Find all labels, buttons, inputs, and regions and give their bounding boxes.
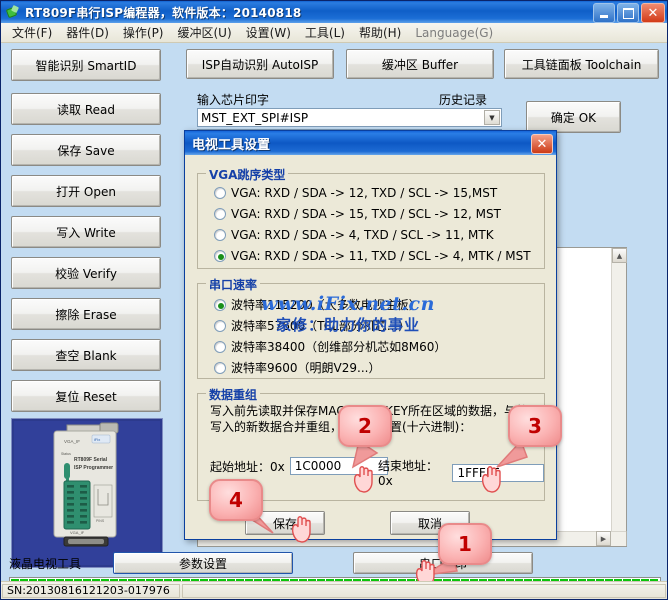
chip-input-combobox[interactable]: MST_EXT_SPI#ISP ▼ <box>197 108 502 127</box>
callout-badge-2: 2 <box>338 405 392 447</box>
vga-option-3-label: VGA: RXD / SDA -> 4, TXD / SCL -> 11, MT… <box>231 228 494 242</box>
vga-option-4-label: VGA: RXD / SDA -> 11, TXD / SCL -> 4, MT… <box>231 249 531 263</box>
chip-input-value: MST_EXT_SPI#ISP <box>201 111 308 125</box>
smartid-button[interactable]: 智能识别 SmartID <box>11 49 161 81</box>
svg-text:VGA_IF: VGA_IF <box>70 530 85 535</box>
serial-number-label: SN:20130816121203-017976 <box>2 584 180 598</box>
buffer-button[interactable]: 缓冲区 Buffer <box>346 49 494 79</box>
svg-text:ISP Programmer: ISP Programmer <box>74 465 113 471</box>
close-button[interactable]: ✕ <box>641 3 665 23</box>
menu-file[interactable]: 文件(F) <box>5 22 59 43</box>
hand-cursor-start-address <box>351 463 377 493</box>
open-button[interactable]: 打开 Open <box>11 175 161 207</box>
chip-input-label: 输入芯片印字 <box>197 91 269 108</box>
hand-cursor-end-address <box>479 463 505 493</box>
vga-option-1-label: VGA: RXD / SDA -> 12, TXD / SCL -> 15,MS… <box>231 186 497 200</box>
radio-icon[interactable] <box>214 341 226 353</box>
vga-option-4[interactable]: VGA: RXD / SDA -> 11, TXD / SCL -> 4, MT… <box>214 249 531 263</box>
radio-icon-selected[interactable] <box>214 299 226 311</box>
lcd-tool-label: 液晶电视工具 <box>9 555 113 572</box>
lcd-tool-row: 液晶电视工具 参数设置 串口打印 <box>9 551 661 575</box>
chevron-down-icon[interactable]: ▼ <box>484 110 500 125</box>
end-address-field-row: 结束地址：0x 1FFFFF <box>378 457 544 488</box>
baud-option-2[interactable]: 波特率57600（TCL部分机芯...） <box>214 317 410 334</box>
action-button-column: 智能识别 SmartID 读取 Read 保存 Save 打开 Open 写入 … <box>11 49 161 462</box>
scroll-right-icon[interactable]: ▶ <box>596 531 611 546</box>
svg-text:PINS: PINS <box>96 519 105 523</box>
baud-option-2-label: 波特率57600（TCL部分机芯...） <box>231 317 410 334</box>
save-button[interactable]: 保存 Save <box>11 134 161 166</box>
menu-help[interactable]: 帮助(H) <box>352 22 408 43</box>
status-message <box>182 584 666 598</box>
vga-option-2[interactable]: VGA: RXD / SDA -> 15, TXD / SCL -> 12, M… <box>214 207 501 221</box>
vga-option-1[interactable]: VGA: RXD / SDA -> 12, TXD / SCL -> 15,MS… <box>214 186 497 200</box>
end-address-label: 结束地址：0x <box>378 457 447 488</box>
menu-bar: 文件(F) 器件(D) 操作(P) 缓冲区(U) 设置(W) 工具(L) 帮助(… <box>1 23 667 43</box>
history-label: 历史记录 <box>439 91 487 108</box>
programmer-device-image: VGA_IF iFix RT809F Serial ISP Programmer… <box>12 419 162 567</box>
minimize-button[interactable] <box>593 3 615 23</box>
callout-badge-4: 4 <box>209 479 263 521</box>
svg-text:RT809F Serial: RT809F Serial <box>74 457 108 463</box>
device-photo: VGA_IF iFix RT809F Serial ISP Programmer… <box>11 418 163 568</box>
dialog-titlebar: 电视工具设置 ✕ <box>185 131 556 155</box>
callout-badge-1: 1 <box>438 523 492 565</box>
svg-text:Status: Status <box>61 452 71 456</box>
app-logo-icon <box>5 5 21 19</box>
vga-option-3[interactable]: VGA: RXD / SDA -> 4, TXD / SCL -> 11, MT… <box>214 228 494 242</box>
baud-option-1[interactable]: 波特率115200（大多数电视主板） <box>214 296 421 313</box>
autoisp-button[interactable]: ISP自动识别 AutoISP <box>186 49 334 79</box>
data-group-label: 数据重组 <box>206 386 260 403</box>
baud-option-1-label: 波特率115200（大多数电视主板） <box>231 296 421 313</box>
window-controls: ✕ <box>593 3 665 23</box>
ok-button[interactable]: 确定 OK <box>526 101 621 133</box>
menu-settings[interactable]: 设置(W) <box>239 22 298 43</box>
blank-check-button[interactable]: 查空 Blank <box>11 339 161 371</box>
baud-option-3[interactable]: 波特率38400（创维部分机芯如8M60） <box>214 338 446 355</box>
window-titlebar: RT809F串行ISP编程器，软件版本：20140818 ✕ <box>1 1 667 23</box>
reset-button[interactable]: 复位 Reset <box>11 380 161 412</box>
radio-icon[interactable] <box>214 208 226 220</box>
hand-cursor-save <box>289 513 315 543</box>
menu-language[interactable]: Language(G) <box>408 24 500 42</box>
menu-buffer[interactable]: 缓冲区(U) <box>171 22 239 43</box>
menu-tools[interactable]: 工具(L) <box>298 22 352 43</box>
read-button[interactable]: 读取 Read <box>11 93 161 125</box>
baud-option-4[interactable]: 波特率9600（明朗V29...） <box>214 359 380 376</box>
radio-icon-selected[interactable] <box>214 250 226 262</box>
parameter-settings-button[interactable]: 参数设置 <box>113 552 293 574</box>
vga-pinout-group: VGA跳序类型 VGA: RXD / SDA -> 12, TXD / SCL … <box>197 173 545 269</box>
radio-icon[interactable] <box>214 362 226 374</box>
toolchain-button[interactable]: 工具链面板 Toolchain <box>504 49 659 79</box>
radio-icon[interactable] <box>214 187 226 199</box>
svg-text:iFix: iFix <box>94 437 100 442</box>
baud-group-label: 串口速率 <box>206 276 260 293</box>
window-title: RT809F串行ISP编程器，软件版本：20140818 <box>25 4 301 21</box>
maximize-button[interactable] <box>617 3 639 23</box>
baud-option-3-label: 波特率38400（创维部分机芯如8M60） <box>231 338 446 355</box>
baud-option-4-label: 波特率9600（明朗V29...） <box>231 359 380 376</box>
serial-baudrate-group: 串口速率 波特率115200（大多数电视主板） 波特率57600（TCL部分机芯… <box>197 283 545 379</box>
application-window: RT809F串行ISP编程器，软件版本：20140818 ✕ 文件(F) 器件(… <box>0 0 668 600</box>
callout-badge-3: 3 <box>508 405 562 447</box>
verify-button[interactable]: 校验 Verify <box>11 257 161 289</box>
dialog-title: 电视工具设置 <box>192 134 270 153</box>
menu-operation[interactable]: 操作(P) <box>116 22 171 43</box>
menu-device[interactable]: 器件(D) <box>59 22 116 43</box>
radio-icon[interactable] <box>214 229 226 241</box>
svg-text:VGA_IF: VGA_IF <box>64 439 80 444</box>
log-vertical-scrollbar[interactable]: ▲ ▼ <box>611 248 626 546</box>
vga-group-label: VGA跳序类型 <box>206 166 288 183</box>
radio-icon[interactable] <box>214 320 226 332</box>
status-bar: SN:20130816121203-017976 <box>1 581 667 599</box>
write-button[interactable]: 写入 Write <box>11 216 161 248</box>
vga-option-2-label: VGA: RXD / SDA -> 15, TXD / SCL -> 12, M… <box>231 207 501 221</box>
start-address-label: 起始地址：0x <box>210 458 285 475</box>
scroll-up-icon[interactable]: ▲ <box>612 248 627 263</box>
erase-button[interactable]: 擦除 Erase <box>11 298 161 330</box>
dialog-close-button[interactable]: ✕ <box>531 134 553 154</box>
